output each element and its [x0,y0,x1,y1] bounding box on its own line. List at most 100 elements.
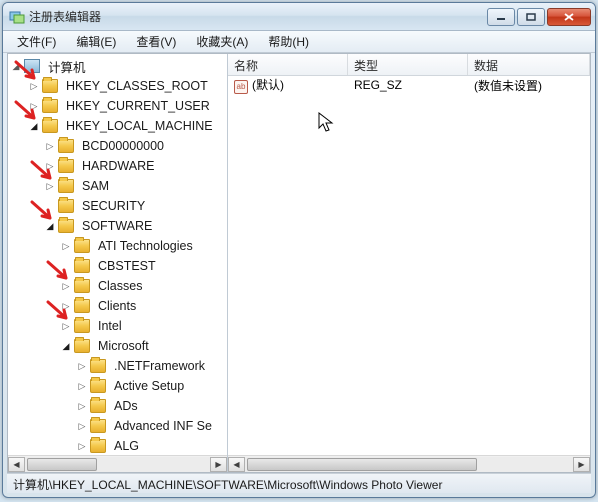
tree-scroll[interactable]: ◢ 计算机 ▷ HKEY_CLASSES_ROOT ▷ HKEY_CURRENT_US… [8,54,227,455]
tree-node[interactable]: ▷ADs [8,396,227,416]
expander-icon[interactable]: ◢ [44,220,56,232]
tree-node[interactable]: ▷ Classes [8,276,227,296]
computer-icon [24,59,40,73]
mouse-cursor-icon [318,112,336,134]
folder-icon [90,379,106,393]
string-value-icon: ab [234,80,248,94]
tree-node[interactable]: ◢ HKEY_LOCAL_MACHINE [8,116,227,136]
tree-node[interactable]: ▷ HARDWARE [8,156,227,176]
folder-icon [90,419,106,433]
expander-icon[interactable] [44,200,56,212]
scroll-left-button[interactable]: ◀ [228,457,245,472]
tree-node[interactable]: ▷ HKEY_CURRENT_USER [8,96,227,116]
scroll-left-button[interactable]: ◀ [8,457,25,472]
expander-icon[interactable]: ▷ [76,380,88,392]
window-controls [487,8,591,26]
expander-icon[interactable]: ▷ [28,80,40,92]
folder-icon [42,99,58,113]
expander-icon[interactable]: ▷ [44,140,56,152]
app-icon [9,9,25,25]
app-window: 注册表编辑器 文件(F) 编辑(E) 查看(V) 收藏夹(A) 帮助(H) ◢ [2,2,596,498]
expander-icon[interactable]: ▷ [28,100,40,112]
folder-icon [74,259,90,273]
tree-label: HARDWARE [78,158,158,174]
expander-icon[interactable]: ◢ [10,60,22,72]
tree-node[interactable]: ▷ BCD00000000 [8,136,227,156]
tree-node[interactable]: ◢ SOFTWARE [8,216,227,236]
menu-view[interactable]: 查看(V) [126,31,186,52]
list-header: 名称 类型 数据 [228,54,590,76]
folder-icon [90,439,106,453]
expander-icon[interactable]: ◢ [28,120,40,132]
tree-label: HKEY_CURRENT_USER [62,98,214,114]
expander-icon[interactable]: ▷ [76,360,88,372]
expander-icon[interactable]: ▷ [76,420,88,432]
folder-icon [42,79,58,93]
scroll-right-button[interactable]: ▶ [573,457,590,472]
menu-favorites[interactable]: 收藏夹(A) [186,31,258,52]
list-row[interactable]: ab(默认) REG_SZ (数值未设置) [228,76,590,94]
folder-icon [58,179,74,193]
folder-icon [74,239,90,253]
expander-icon[interactable]: ▷ [60,300,72,312]
expander-icon[interactable]: ▷ [76,400,88,412]
tree-label: .NETFramework [110,358,209,374]
menubar: 文件(F) 编辑(E) 查看(V) 收藏夹(A) 帮助(H) [3,31,595,53]
menu-edit[interactable]: 编辑(E) [66,31,126,52]
folder-icon [74,319,90,333]
tree-node[interactable]: ▷ .NETFramework [8,356,227,376]
expander-icon[interactable]: ▷ [76,440,88,452]
tree-label: Classes [94,278,146,294]
minimize-button[interactable] [487,8,515,26]
tree-node[interactable]: ▷ ATI Technologies [8,236,227,256]
expander-icon[interactable]: ▷ [60,240,72,252]
expander-icon[interactable]: ◢ [60,340,72,352]
close-button[interactable] [547,8,591,26]
tree-node[interactable]: ▷Intel [8,316,227,336]
list-hscrollbar[interactable]: ◀ ▶ [228,455,590,472]
tree-label: SOFTWARE [78,218,156,234]
expander-icon[interactable]: ▷ [44,160,56,172]
scroll-right-button[interactable]: ▶ [210,457,227,472]
list-body[interactable]: ab(默认) REG_SZ (数值未设置) [228,76,590,455]
tree-node[interactable]: ▷Advanced INF Se [8,416,227,436]
tree-node[interactable]: ▷ HKEY_CLASSES_ROOT [8,76,227,96]
folder-icon [90,359,106,373]
scroll-track[interactable] [245,457,573,472]
col-name[interactable]: 名称 [228,54,348,75]
statusbar: 计算机\HKEY_LOCAL_MACHINE\SOFTWARE\Microsof… [7,473,591,493]
folder-icon [58,139,74,153]
cell-name: ab(默认) [228,76,348,94]
titlebar[interactable]: 注册表编辑器 [3,3,595,31]
col-type[interactable]: 类型 [348,54,468,75]
folder-icon [74,339,90,353]
scroll-thumb[interactable] [247,458,477,471]
tree-label: SAM [78,178,113,194]
maximize-button[interactable] [517,8,545,26]
menu-file[interactable]: 文件(F) [7,31,66,52]
tree-label: HKEY_LOCAL_MACHINE [62,118,217,134]
expander-icon[interactable]: ▷ [60,280,72,292]
tree-node[interactable]: SECURITY [8,196,227,216]
tree-node[interactable]: ▷ALG [8,436,227,455]
expander-icon[interactable] [60,260,72,272]
tree-node[interactable]: ▷ Clients [8,296,227,316]
tree-hscrollbar[interactable]: ◀ ▶ [8,455,227,472]
tree-node[interactable]: CBSTEST [8,256,227,276]
col-data[interactable]: 数据 [468,54,590,75]
tree-label: Clients [94,298,140,314]
tree-label: BCD00000000 [78,138,168,154]
expander-icon[interactable]: ▷ [44,180,56,192]
tree-node[interactable]: ◢Microsoft [8,336,227,356]
menu-help[interactable]: 帮助(H) [258,31,319,52]
tree-root[interactable]: ◢ 计算机 [8,56,227,76]
expander-icon[interactable]: ▷ [60,320,72,332]
window-title: 注册表编辑器 [29,8,487,25]
tree-node[interactable]: ▷ SAM [8,176,227,196]
scroll-thumb[interactable] [27,458,97,471]
tree-label: ATI Technologies [94,238,197,254]
tree-node[interactable]: ▷ Active Setup [8,376,227,396]
scroll-track[interactable] [25,457,210,472]
tree-label: Active Setup [110,378,188,394]
tree-label: HKEY_CLASSES_ROOT [62,78,212,94]
